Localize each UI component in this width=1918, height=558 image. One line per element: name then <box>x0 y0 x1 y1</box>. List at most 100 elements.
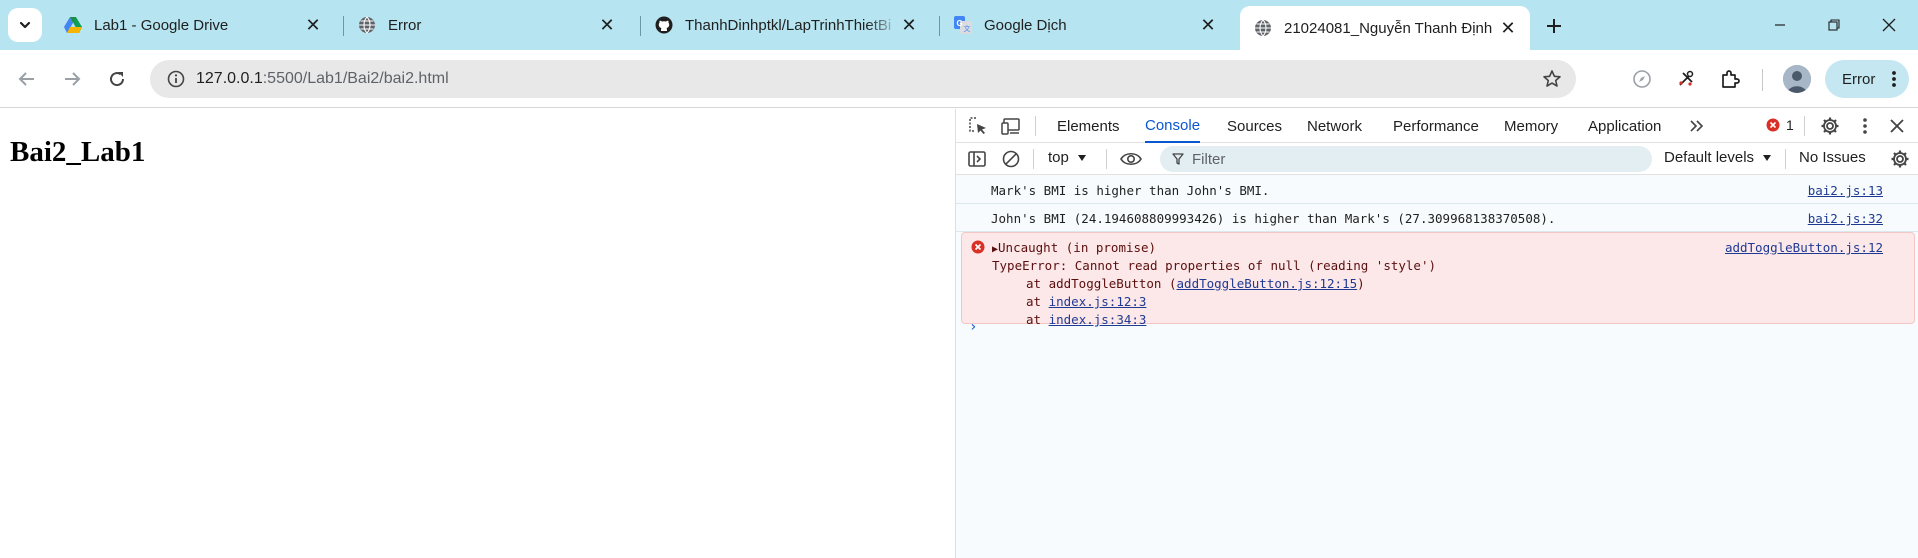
stack-frame-link[interactable]: addToggleButton.js:12:15 <box>1177 276 1358 291</box>
svg-text:文: 文 <box>964 24 971 33</box>
devtools-tab-application[interactable]: Application <box>1588 109 1661 143</box>
more-vert-icon[interactable] <box>1853 114 1877 138</box>
log-text: Mark's BMI is higher than John's BMI. <box>991 183 1270 198</box>
google-drive-icon <box>64 16 82 34</box>
sidebar-toggle-icon[interactable] <box>965 147 989 171</box>
stack-frame-2: at index.js:12:3 <box>1026 294 1146 309</box>
github-icon <box>655 16 673 34</box>
profile-error-button[interactable]: Error <box>1825 60 1909 98</box>
console-log-row: Mark's BMI is higher than John's BMI. ba… <box>956 176 1918 204</box>
stack-frame-1: at addToggleButton (addToggleButton.js:1… <box>1026 276 1365 291</box>
error-circle-icon <box>1766 118 1780 132</box>
toolbar-divider <box>1762 69 1763 91</box>
close-icon[interactable]: ✕ <box>1498 18 1518 38</box>
stack-frame-3: at index.js:34:3 <box>1026 312 1146 327</box>
restore-icon <box>1828 19 1840 31</box>
close-icon[interactable]: ✕ <box>597 15 617 35</box>
live-expression-eye-icon[interactable] <box>1119 147 1143 171</box>
settings-gear-icon[interactable] <box>1818 114 1842 138</box>
address-bar[interactable]: 127.0.0.1:5500/Lab1/Bai2/bai2.html <box>150 60 1576 98</box>
device-toolbar-icon[interactable] <box>1000 114 1024 138</box>
devtools-divider <box>1035 116 1036 136</box>
new-tab-button[interactable] <box>1540 12 1568 40</box>
console-toolbar: top Default levels No Issues <box>956 143 1918 175</box>
devtools-tab-performance[interactable]: Performance <box>1393 109 1479 143</box>
extensions-puzzle-icon[interactable] <box>1716 65 1744 93</box>
tab-github[interactable]: ThanhDinhptkl/LapTrinhThietBi ✕ <box>641 8 931 42</box>
site-info-icon[interactable] <box>156 60 196 98</box>
dropdown-arrow-icon <box>1077 154 1086 161</box>
globe-icon <box>358 16 376 34</box>
devtools-tab-network[interactable]: Network <box>1307 109 1362 143</box>
chevron-down-icon <box>19 21 31 29</box>
devtools-divider <box>1033 149 1034 169</box>
tab-search-button[interactable] <box>8 8 42 42</box>
back-button[interactable] <box>10 62 44 96</box>
error-summary-line[interactable]: ▶Uncaught (in promise) <box>992 240 1156 255</box>
filter-input[interactable] <box>1192 150 1632 168</box>
url-path: :5500/Lab1/Bai2/bai2.html <box>262 70 449 87</box>
arrow-right-icon <box>65 72 81 86</box>
stack-frame-link[interactable]: index.js:34:3 <box>1049 312 1147 327</box>
reload-icon <box>110 72 125 87</box>
source-link[interactable]: bai2.js:32 <box>1808 211 1883 226</box>
source-link[interactable]: bai2.js:13 <box>1808 183 1883 198</box>
minimize-button[interactable] <box>1757 8 1803 42</box>
filter-icon <box>1172 153 1184 165</box>
context-selector[interactable]: top <box>1048 149 1087 166</box>
inspect-element-icon[interactable] <box>966 114 990 138</box>
arrow-left-icon <box>18 72 34 86</box>
dropdown-arrow-icon <box>1763 154 1772 161</box>
log-levels-dropdown[interactable]: Default levels <box>1664 149 1772 166</box>
profile-avatar[interactable] <box>1783 65 1811 93</box>
devtools-tab-sources[interactable]: Sources <box>1227 109 1282 143</box>
console-prompt-chevron-icon[interactable]: › <box>969 319 977 335</box>
clear-console-icon[interactable] <box>999 147 1023 171</box>
error-summary: Uncaught (in promise) <box>998 240 1157 255</box>
restore-button[interactable] <box>1811 8 1857 42</box>
error-circle-icon <box>971 240 985 257</box>
devtools-tab-elements[interactable]: Elements <box>1057 109 1120 143</box>
close-icon[interactable]: ✕ <box>899 15 919 35</box>
tab-google-drive[interactable]: Lab1 - Google Drive ✕ <box>50 8 335 42</box>
console-filter[interactable] <box>1160 146 1652 172</box>
close-window-button[interactable] <box>1866 8 1912 42</box>
console-settings-gear-icon[interactable] <box>1888 147 1912 171</box>
tab-active-page[interactable]: 21024081_Nguyễn Thanh Định ✕ <box>1240 6 1530 50</box>
issues-button[interactable]: No Issues <box>1799 149 1866 166</box>
bookmark-star-icon[interactable] <box>1542 69 1562 92</box>
tab-error[interactable]: Error ✕ <box>344 8 629 42</box>
svg-text:G: G <box>957 19 963 28</box>
log-levels-label: Default levels <box>1664 149 1755 166</box>
google-translate-icon: G文 <box>954 16 972 34</box>
stack-frame-link[interactable]: index.js:12:3 <box>1049 294 1147 309</box>
close-devtools-icon[interactable] <box>1885 114 1909 138</box>
globe-icon <box>1254 19 1272 37</box>
url-host: 127.0.0.1 <box>196 70 263 87</box>
reload-button[interactable] <box>100 62 134 96</box>
source-link[interactable]: addToggleButton.js:12 <box>1725 240 1883 255</box>
more-vert-icon <box>1891 69 1897 93</box>
error-message: TypeError: Cannot read properties of nul… <box>992 258 1437 273</box>
close-icon[interactable]: ✕ <box>1198 15 1218 35</box>
forward-button[interactable] <box>55 62 89 96</box>
devtools-divider <box>1804 116 1805 136</box>
devtools-tab-memory[interactable]: Memory <box>1504 109 1558 143</box>
close-icon[interactable]: ✕ <box>303 15 323 35</box>
devtools-panel: Elements Console Sources Network Perform… <box>955 109 1918 558</box>
devtools-tab-bar: Elements Console Sources Network Perform… <box>956 109 1918 143</box>
error-counter[interactable]: 1 <box>1766 117 1794 133</box>
tab-title: Error <box>388 16 422 34</box>
tab-title: ThanhDinhptkl/LapTrinhThietBi <box>685 16 892 34</box>
tab-title: 21024081_Nguyễn Thanh Định <box>1284 19 1493 37</box>
tab-title: Google Dịch <box>984 16 1067 34</box>
stack-frame-text: ) <box>1357 276 1365 291</box>
compass-extension-icon[interactable] <box>1628 65 1656 93</box>
tab-google-translate[interactable]: G文 Google Dịch ✕ <box>940 8 1230 42</box>
page-heading: Bai2_Lab1 <box>10 136 146 168</box>
tools-extension-icon[interactable] <box>1672 65 1700 93</box>
stack-frame-text: at addToggleButton ( <box>1026 276 1177 291</box>
more-tabs-icon[interactable] <box>1685 114 1709 138</box>
devtools-tab-console[interactable]: Console <box>1145 109 1201 143</box>
profile-error-label: Error <box>1842 70 1876 88</box>
